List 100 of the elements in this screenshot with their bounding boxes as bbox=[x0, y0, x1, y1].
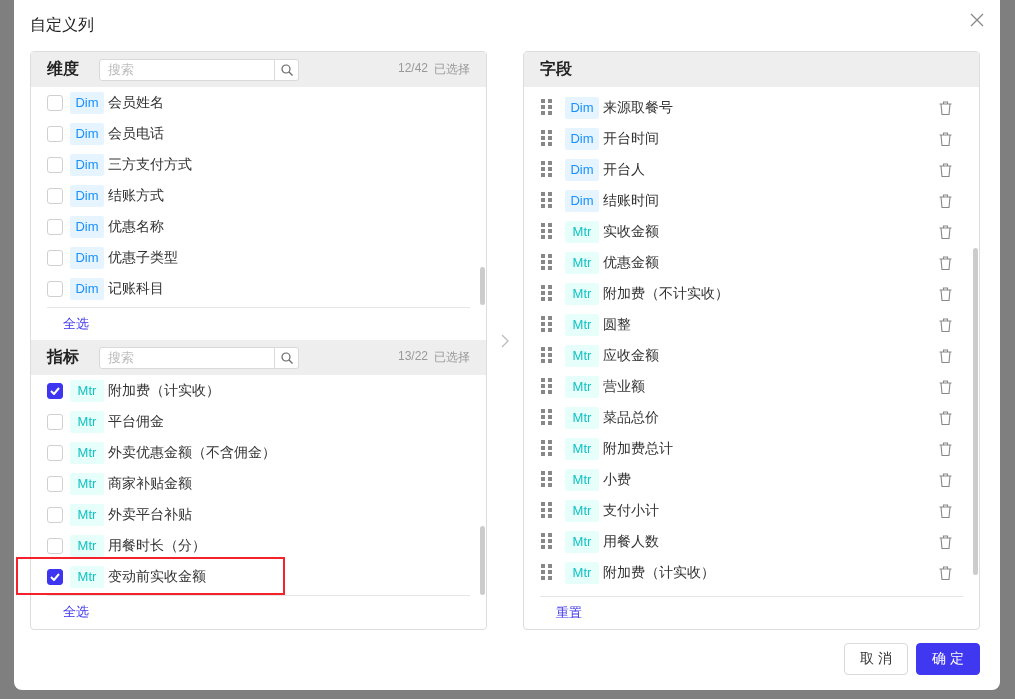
item-label: 三方支付方式 bbox=[108, 155, 192, 174]
trash-icon[interactable] bbox=[939, 162, 952, 177]
select-all-link[interactable]: 全选 bbox=[31, 596, 486, 628]
scrollbar-thumb[interactable] bbox=[973, 248, 978, 575]
drag-handle-icon[interactable] bbox=[541, 378, 552, 395]
drag-handle-icon[interactable] bbox=[541, 409, 552, 426]
item-label: 外卖平台补贴 bbox=[108, 505, 192, 524]
drag-handle-icon[interactable] bbox=[541, 192, 552, 209]
trash-icon[interactable] bbox=[939, 379, 952, 394]
drag-handle-icon[interactable] bbox=[541, 316, 552, 333]
item-label: 会员电话 bbox=[108, 124, 164, 143]
section-title: 字段 bbox=[540, 59, 573, 79]
trash-icon[interactable] bbox=[939, 472, 952, 487]
selected-label: 已选择 bbox=[434, 61, 470, 78]
field-label: 圆整 bbox=[603, 315, 631, 334]
field-label: 来源取餐号 bbox=[603, 98, 673, 117]
trash-icon[interactable] bbox=[939, 348, 952, 363]
checkmark-icon bbox=[50, 386, 60, 395]
type-tag: Mtr bbox=[70, 472, 104, 495]
confirm-button[interactable]: 确 定 bbox=[916, 643, 980, 675]
item-label: 变动前实收金额 bbox=[108, 567, 206, 586]
field-label: 菜品总价 bbox=[603, 408, 659, 427]
type-tag: Mtr bbox=[565, 437, 599, 460]
type-tag: Mtr bbox=[565, 251, 599, 274]
drag-handle-icon[interactable] bbox=[541, 347, 552, 364]
type-tag: Mtr bbox=[565, 344, 599, 367]
search-icon bbox=[280, 351, 293, 364]
field-label: 小费 bbox=[603, 470, 631, 489]
chevron-right-icon[interactable] bbox=[501, 333, 509, 348]
drag-handle-icon[interactable] bbox=[541, 223, 552, 240]
trash-icon[interactable] bbox=[939, 410, 952, 425]
field-label: 支付小计 bbox=[603, 501, 659, 520]
drag-handle-icon[interactable] bbox=[541, 502, 552, 519]
type-tag: Mtr bbox=[565, 282, 599, 305]
drag-handle-icon[interactable] bbox=[541, 564, 552, 581]
search-button[interactable] bbox=[275, 346, 299, 369]
select-all-link[interactable]: 全选 bbox=[31, 308, 486, 340]
type-tag: Mtr bbox=[70, 410, 104, 433]
trash-icon[interactable] bbox=[939, 286, 952, 301]
trash-icon[interactable] bbox=[939, 100, 952, 115]
checkbox[interactable] bbox=[47, 382, 63, 399]
item-label: 商家补贴金额 bbox=[108, 474, 192, 493]
drag-handle-icon[interactable] bbox=[541, 285, 552, 302]
drag-handle-icon[interactable] bbox=[541, 254, 552, 271]
search-icon bbox=[280, 63, 293, 76]
type-tag: Mtr bbox=[70, 441, 104, 464]
section-title: 维度 bbox=[47, 59, 80, 79]
dialog-title: 自定义列 bbox=[30, 15, 94, 35]
type-tag: Dim bbox=[70, 184, 104, 207]
field-label: 用餐人数 bbox=[603, 532, 659, 551]
item-label: 优惠子类型 bbox=[108, 248, 178, 267]
field-label: 开台时间 bbox=[603, 129, 659, 148]
trash-icon[interactable] bbox=[939, 503, 952, 518]
drag-handle-icon[interactable] bbox=[541, 471, 552, 488]
selected-count: 13/22 bbox=[397, 349, 428, 365]
type-tag: Mtr bbox=[70, 379, 104, 402]
field-label: 附加费（计实收） bbox=[603, 563, 715, 582]
type-tag: Mtr bbox=[565, 468, 599, 491]
type-tag: Mtr bbox=[565, 375, 599, 398]
trash-icon[interactable] bbox=[939, 193, 952, 208]
type-tag: Dim bbox=[70, 153, 104, 176]
trash-icon[interactable] bbox=[939, 565, 952, 580]
trash-icon[interactable] bbox=[939, 441, 952, 456]
scrollbar-thumb[interactable] bbox=[480, 267, 485, 305]
field-label: 应收金额 bbox=[603, 346, 659, 365]
type-tag: Dim bbox=[70, 215, 104, 238]
scrollbar-thumb[interactable] bbox=[480, 526, 485, 595]
field-label: 实收金额 bbox=[603, 222, 659, 241]
search-field[interactable]: 搜索 bbox=[99, 346, 275, 369]
type-tag: Mtr bbox=[565, 406, 599, 429]
field-label: 附加费总计 bbox=[603, 439, 673, 458]
drag-handle-icon[interactable] bbox=[541, 161, 552, 178]
close-icon[interactable] bbox=[970, 13, 984, 27]
item-label: 用餐时长（分） bbox=[108, 536, 206, 555]
drag-handle-icon[interactable] bbox=[541, 533, 552, 550]
trash-icon[interactable] bbox=[939, 224, 952, 239]
field-label: 结账时间 bbox=[603, 191, 659, 210]
drag-handle-icon[interactable] bbox=[541, 99, 552, 116]
checkbox[interactable] bbox=[47, 568, 63, 585]
trash-icon[interactable] bbox=[939, 255, 952, 270]
search-field[interactable]: 搜索 bbox=[99, 58, 275, 81]
trash-icon[interactable] bbox=[939, 317, 952, 332]
reset-link[interactable]: 重置 bbox=[524, 597, 979, 629]
selected-label: 已选择 bbox=[434, 349, 470, 366]
section-title: 指标 bbox=[47, 347, 80, 367]
field-label: 营业额 bbox=[603, 377, 645, 396]
search-button[interactable] bbox=[275, 58, 299, 81]
type-tag: Dim bbox=[565, 158, 599, 181]
type-tag: Mtr bbox=[565, 220, 599, 243]
field-label: 开台人 bbox=[603, 160, 645, 179]
trash-icon[interactable] bbox=[939, 131, 952, 146]
type-tag: Mtr bbox=[565, 499, 599, 522]
type-tag: Mtr bbox=[70, 534, 104, 557]
trash-icon[interactable] bbox=[939, 534, 952, 549]
field-label: 优惠金额 bbox=[603, 253, 659, 272]
type-tag: Dim bbox=[70, 91, 104, 114]
drag-handle-icon[interactable] bbox=[541, 440, 552, 457]
drag-handle-icon[interactable] bbox=[541, 130, 552, 147]
item-label: 记账科目 bbox=[108, 279, 164, 298]
cancel-button[interactable]: 取 消 bbox=[844, 643, 908, 675]
